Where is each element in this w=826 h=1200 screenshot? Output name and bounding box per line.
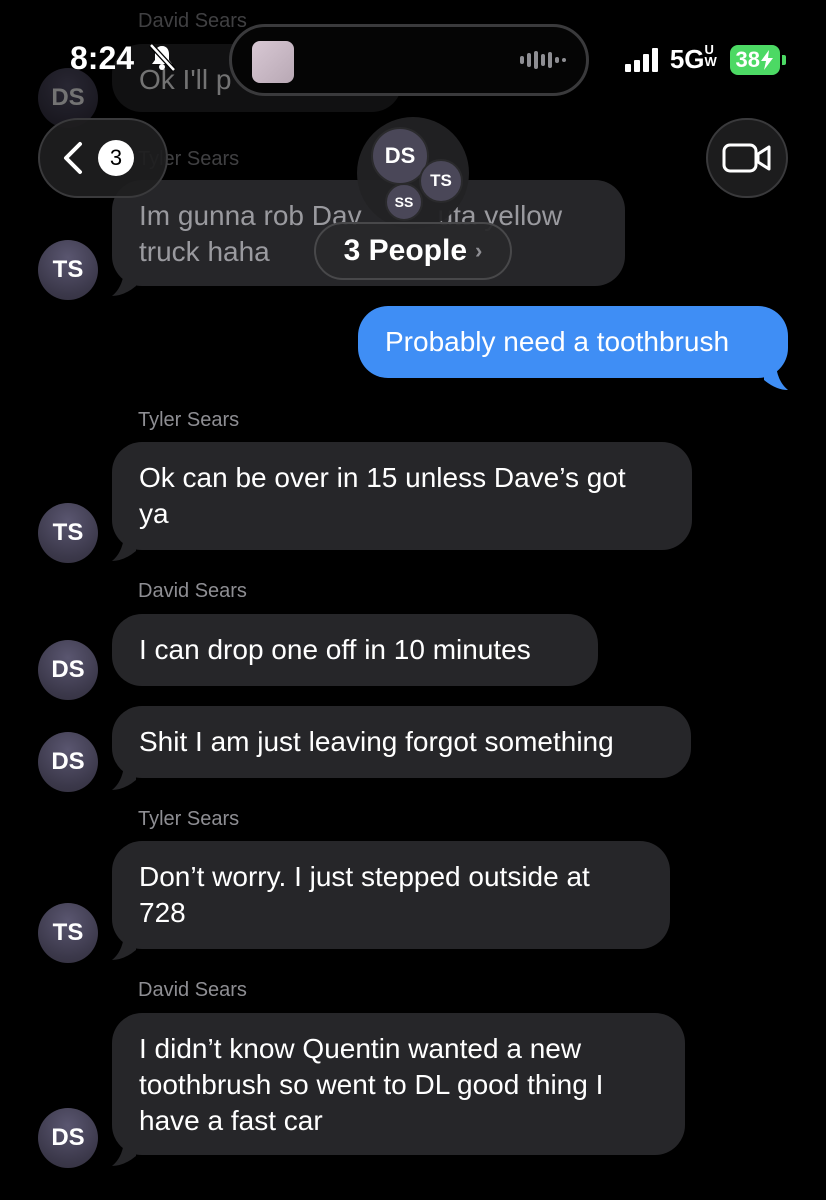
message-text: Probably need a toothbrush: [385, 326, 730, 357]
avatar[interactable]: DS: [38, 1108, 98, 1168]
charging-bolt-icon: [761, 49, 773, 70]
audio-wave-icon: [520, 51, 566, 69]
unread-badge: 3: [98, 140, 134, 176]
video-call-button[interactable]: [706, 118, 788, 198]
avatar-ss: SS: [385, 183, 423, 221]
message-bubble[interactable]: I can drop one off in 10 minutes: [112, 614, 598, 686]
bubble-tail: [764, 366, 788, 390]
bubble-tail: [112, 272, 136, 296]
avatar-ts: TS: [419, 159, 463, 203]
message-text: I can drop one off in 10 minutes: [139, 634, 531, 665]
bubble-tail: [112, 1142, 136, 1166]
people-button[interactable]: 3 People ›: [314, 222, 512, 280]
bubble-tail: [112, 537, 136, 561]
silent-bell-icon: [149, 43, 176, 72]
video-camera-icon: [722, 143, 771, 173]
avatar[interactable]: DS: [38, 640, 98, 700]
message-text: Don’t worry. I just stepped outside at: [139, 861, 590, 892]
network-label: 5GUW: [669, 42, 717, 74]
bubble-tail: [112, 936, 136, 960]
avatar[interactable]: TS: [38, 503, 98, 563]
back-button[interactable]: 3: [38, 118, 168, 198]
sender-name: David Sears: [138, 10, 247, 32]
message-text: ya: [139, 498, 169, 529]
message-bubble[interactable]: Don’t worry. I just stepped outside at 7…: [112, 841, 670, 949]
avatar[interactable]: TS: [38, 903, 98, 963]
sender-name: Tyler Sears: [138, 409, 240, 431]
message-bubble[interactable]: Shit I am just leaving forgot something: [112, 706, 691, 778]
message-bubble[interactable]: Ok can be over in 15 unless Dave’s got y…: [112, 442, 692, 550]
message-text: Ok can be over in 15 unless Dave’s got: [139, 462, 626, 493]
sender-name: David Sears: [138, 979, 247, 1001]
group-avatar[interactable]: DS TS SS: [357, 117, 469, 229]
back-chevron-icon: [64, 142, 82, 174]
status-time: 8:24: [70, 40, 177, 77]
sender-name: David Sears: [138, 580, 247, 602]
battery-indicator: 38: [729, 44, 780, 75]
avatar[interactable]: TS: [38, 240, 98, 300]
message-text: I didn’t know Quentin wanted a new: [139, 1033, 582, 1064]
dynamic-island[interactable]: [229, 24, 589, 96]
album-art: [252, 41, 294, 83]
message-text: Shit I am just leaving forgot something: [139, 726, 614, 757]
status-indicators: 5GUW 38: [624, 42, 786, 75]
cellular-signal-icon: [624, 47, 658, 72]
message-bubble-outgoing[interactable]: Probably need a toothbrush: [358, 306, 788, 378]
bubble-tail: [112, 766, 136, 790]
avatar[interactable]: DS: [38, 732, 98, 792]
chevron-right-icon: ›: [475, 238, 483, 263]
people-label: 3 People: [343, 234, 468, 267]
sender-name: Tyler Sears: [138, 808, 240, 830]
battery-nub: [782, 54, 786, 65]
message-text: have a fast car: [139, 1105, 323, 1136]
message-bubble[interactable]: I didn’t know Quentin wanted a new tooth…: [112, 1013, 685, 1155]
message-text: 728: [139, 897, 186, 928]
message-text: toothbrush so went to DL good thing I: [139, 1069, 604, 1100]
